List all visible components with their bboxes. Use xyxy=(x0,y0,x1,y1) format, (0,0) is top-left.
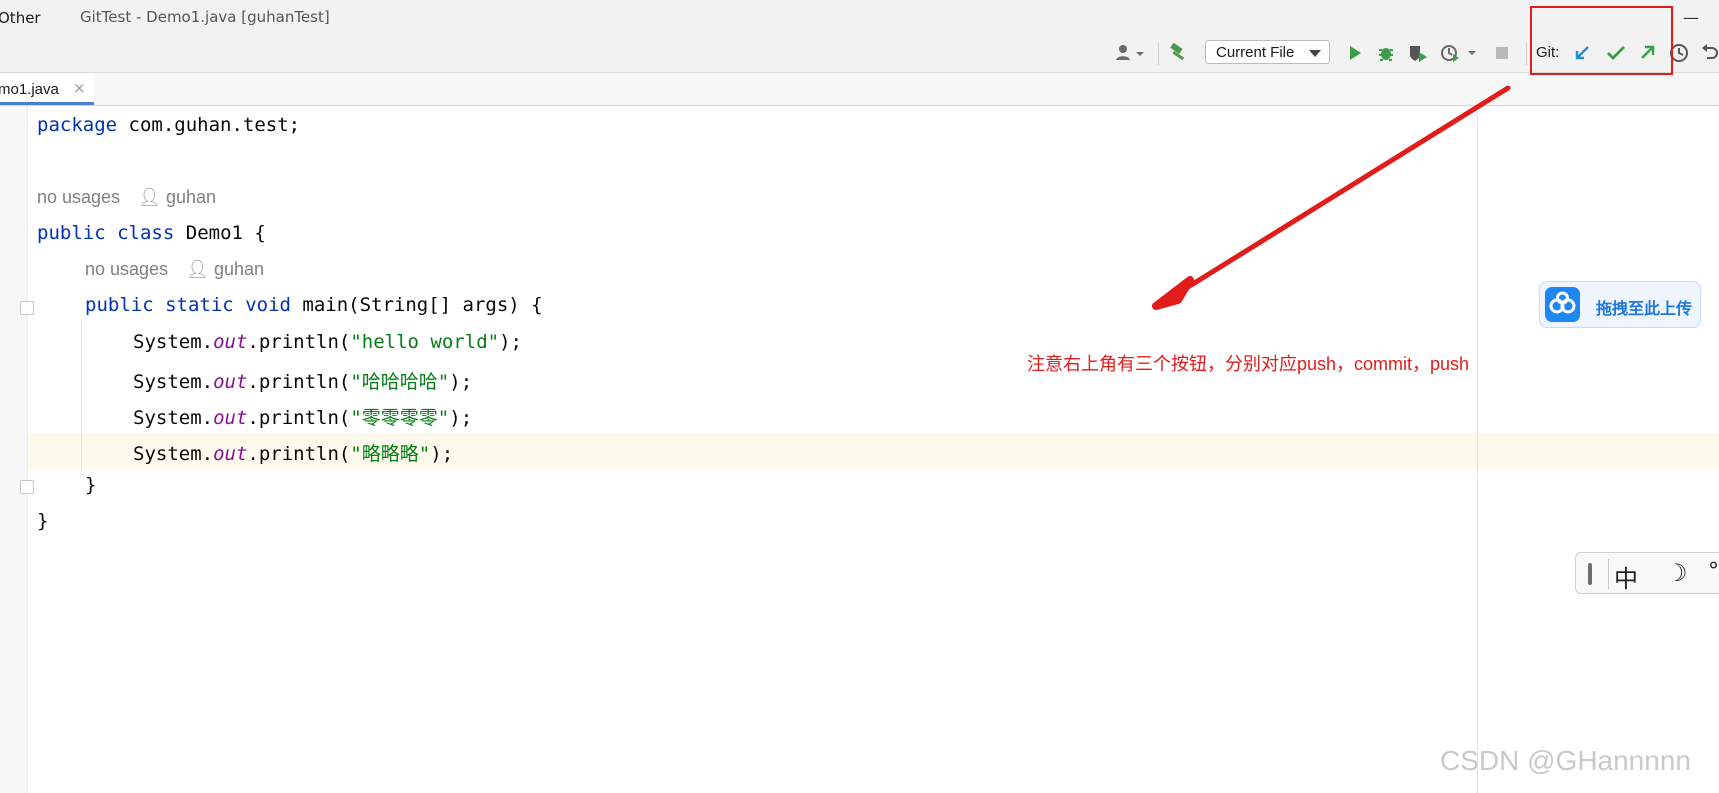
annotation-arrow xyxy=(1152,85,1511,310)
upload-label: 拖拽至此上传 xyxy=(1596,301,1693,318)
ime-separator xyxy=(1608,559,1609,589)
ime-drag-handle[interactable] xyxy=(1588,563,1592,585)
annotation-text: 注意右上角有三个按钮，分别对应push，commit，push xyxy=(1027,354,1470,374)
watermark: CSDN @GHannnnn xyxy=(1440,745,1691,776)
ime-chinese-mode[interactable]: 中 xyxy=(1614,559,1638,594)
cloud-icon xyxy=(1545,287,1580,322)
ime-toolbar[interactable]: 中 ☽ ° xyxy=(1575,552,1719,594)
drag-upload-widget[interactable]: 拖拽至此上传 xyxy=(1539,281,1701,328)
moon-icon[interactable]: ☽ xyxy=(1666,559,1688,587)
ime-punctuation[interactable]: ° xyxy=(1708,559,1719,584)
